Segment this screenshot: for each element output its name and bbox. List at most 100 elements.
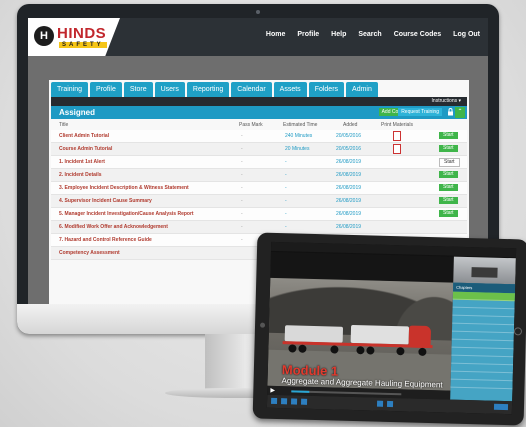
col-estimated-time: Estimated Time [283,122,318,128]
col-print-materials: Print Materials [381,122,413,128]
instructions-dropdown[interactable]: Instructions ▾ [432,98,461,104]
estimated-time: - [285,185,287,191]
table-row: Client Admin Tutorial - 240 Minutes 20/05/2… [51,130,467,143]
added-date: 26/08/2019 [336,185,362,191]
logo[interactable]: H HINDS SAFETY [28,18,120,56]
trailer-front [284,325,344,343]
start-button[interactable]: Start [439,132,458,139]
nav-button[interactable] [376,400,384,407]
start-button[interactable]: Start [439,210,458,217]
nav-button[interactable] [300,398,308,405]
course-title[interactable]: 5. Manager Incident Investigation/Cause … [59,211,194,217]
chapters-sidebar: Chapters [450,282,516,402]
nav-button[interactable] [386,400,394,408]
tab-bar: Training Profile Store Users Reporting C… [51,82,378,97]
course-title[interactable]: Course Admin Tutorial [59,146,112,152]
tablet-camera [259,322,266,328]
estimated-time: - [285,172,287,178]
start-button[interactable]: Start [439,184,458,191]
nav-help[interactable]: Help [331,31,346,38]
course-title[interactable]: 6. Modified Work Offer and Acknowledgeme… [59,224,168,230]
request-training-button[interactable]: Request Training [398,108,442,116]
video-progress-fill [291,390,309,393]
estimated-time: - [285,224,287,230]
pdf-icon[interactable] [393,131,401,141]
top-nav: Home Profile Help Search Course Codes Lo… [266,31,480,38]
tablet-home-button[interactable] [513,327,523,336]
tablet-screen: Module 1 Aggregate and Aggregate Hauling… [266,241,517,415]
tab-reporting[interactable]: Reporting [186,82,230,97]
table-row: Course Admin Tutorial - 20 Minutes 20/05/20… [51,143,467,156]
course-title[interactable]: Competency Assessment [59,250,120,256]
course-title[interactable]: 3. Employee Incident Description & Witne… [59,185,189,191]
added-date: 26/08/2019 [336,198,362,204]
instructions-bar: Instructions ▾ [51,97,467,106]
col-pass-mark: Pass Mark [239,122,263,128]
pass-mark: - [241,237,243,243]
tab-users[interactable]: Users [154,82,185,97]
nav-button[interactable] [280,398,288,405]
logo-mark-icon: H [34,26,54,46]
added-date: 20/05/2016 [336,146,362,152]
truck-cab [408,325,432,349]
table-row: 4. Supervisor Incident Cause Summary - - 26… [51,195,467,208]
assigned-title: Assigned [59,108,96,117]
tab-admin[interactable]: Admin [346,82,378,97]
next-button[interactable] [493,403,509,411]
scene: H HINDS SAFETY Home Profile Help Search … [0,0,526,427]
course-title[interactable]: 1. Incident 1st Alert [59,159,105,165]
estimated-time: - [285,198,287,204]
start-button[interactable]: Start [439,171,458,178]
chapter-item[interactable] [450,379,513,390]
estimated-time: - [285,159,287,165]
tab-training[interactable]: Training [51,82,89,97]
pass-mark: - [241,172,243,178]
play-icon[interactable]: ▶ [270,387,275,394]
nav-course-codes[interactable]: Course Codes [394,31,441,38]
chevron-up-icon[interactable]: ⌃ [455,107,465,118]
camera-dot [256,10,260,14]
tab-calendar[interactable]: Calendar [231,82,272,97]
assigned-header: Assigned Add Course Request Training ⌃ [51,106,467,119]
table-row: 2. Incident Details - - 26/08/2019 Start [51,169,467,182]
pass-mark: - [241,146,243,152]
course-title[interactable]: 4. Supervisor Incident Cause Summary [59,198,152,204]
added-date: 20/05/2016 [336,133,362,139]
logo-main-text: HINDS [57,25,107,42]
estimated-time: 20 Minutes [285,146,310,152]
video-player[interactable]: Module 1 Aggregate and Aggregate Hauling… [267,277,454,391]
logo-sub-text: SAFETY [59,42,107,48]
nav-button[interactable] [290,398,298,405]
nav-home[interactable]: Home [266,31,285,38]
nav-log-out[interactable]: Log Out [453,31,480,38]
nav-profile[interactable]: Profile [297,31,319,38]
table-header: Title Pass Mark Estimated Time Added Pri… [51,120,467,130]
course-title[interactable]: Client Admin Tutorial [59,133,109,139]
col-added: Added [343,122,358,128]
col-title: Title [59,122,69,128]
start-button[interactable]: Start [439,158,460,167]
start-button[interactable]: Start [439,145,458,152]
pdf-icon[interactable] [393,144,401,154]
video-thumbnail[interactable] [453,256,516,285]
nav-button[interactable] [270,397,278,405]
lock-icon[interactable] [446,108,454,116]
tab-store[interactable]: Store [123,82,153,97]
course-title[interactable]: 2. Incident Details [59,172,102,178]
table-row: 6. Modified Work Offer and Acknowledgeme… [51,221,467,234]
tab-assets[interactable]: Assets [273,82,307,97]
video-progress[interactable] [291,390,402,396]
table-row: 1. Incident 1st Alert - - 26/08/2019 Start [51,156,467,169]
course-title[interactable]: 7. Hazard and Control Reference Guide [59,237,152,243]
tab-profile[interactable]: Profile [90,82,122,97]
tab-folders[interactable]: Folders [308,82,345,97]
pass-mark: - [241,198,243,204]
nav-search[interactable]: Search [358,31,381,38]
pass-mark: - [241,224,243,230]
trailer-rear [350,324,410,345]
estimated-time: - [285,211,287,217]
start-button[interactable]: Start [439,197,458,204]
table-row: 3. Employee Incident Description & Witne… [51,182,467,195]
pass-mark: - [241,211,243,217]
added-date: 26/08/2019 [336,211,362,217]
